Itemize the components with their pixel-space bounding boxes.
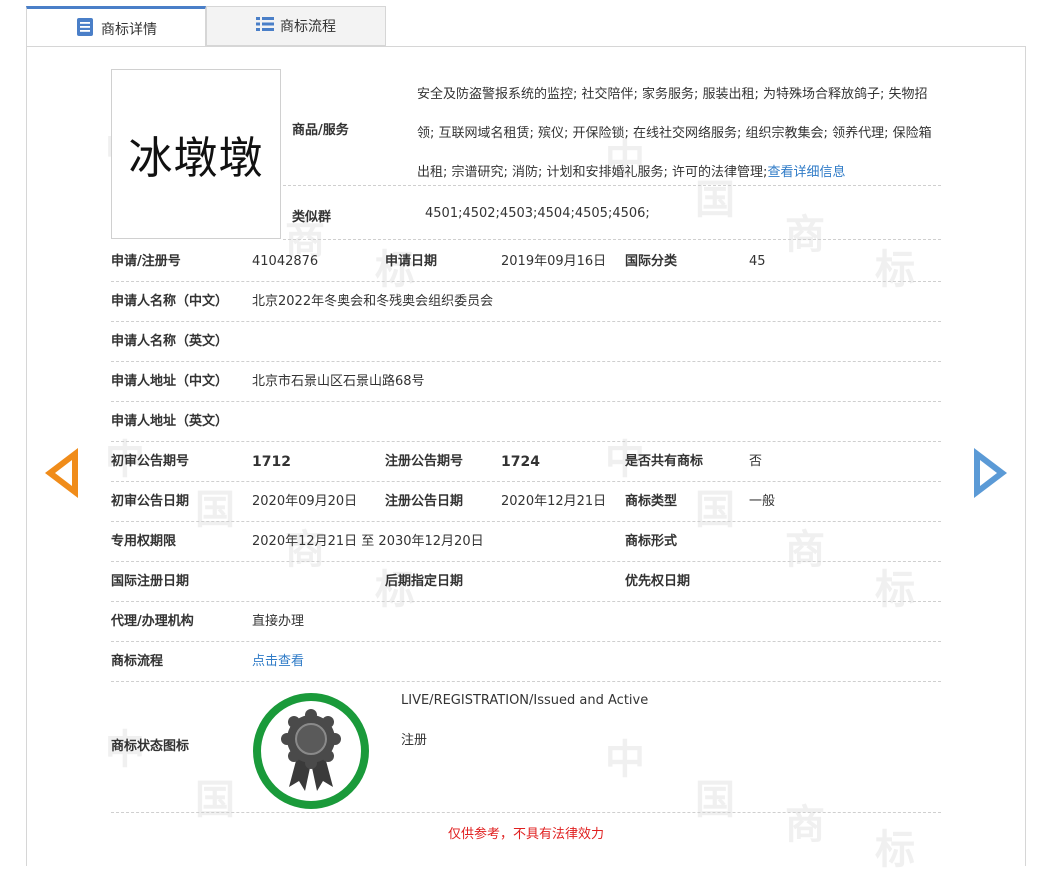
status-chinese: 注册 (401, 733, 428, 748)
next-arrow-icon[interactable] (974, 448, 1007, 498)
row-prelim-date: 初审公告日期 2020年09月20日 注册公告日期 2020年12月21日 商标… (111, 482, 941, 522)
divider (283, 185, 941, 186)
applicant-cn-value: 北京2022年冬奥会和冬残奥会组织委员会 (252, 294, 494, 309)
detail-panel: 中 国 商 标 中 国 商 标 中 国 商 标 中 国 商 标 中 国 中 国 … (26, 46, 1026, 873)
list-grid-icon (256, 16, 274, 36)
tab-bar: 商标详情 商标流程 (26, 6, 388, 48)
row-reg-no: 申请/注册号 41042876 申请日期 2019年09月16日 国际分类 45 (111, 242, 941, 282)
row-process: 商标流程 点击查看 (111, 642, 941, 682)
reg-pub-date-value: 2020年12月21日 (501, 494, 607, 509)
row-address-cn: 申请人地址（中文） 北京市石景山区石景山路68号 (111, 362, 941, 402)
tab-label: 商标流程 (280, 19, 336, 35)
trademark-image: 冰墩墩 (111, 69, 281, 239)
row-exclusive: 专用权期限 2020年12月21日 至 2030年12月20日 商标形式 (111, 522, 941, 562)
address-cn-value: 北京市石景山区石景山路68号 (252, 374, 425, 389)
intl-class-value: 45 (749, 254, 766, 269)
exclusive-value: 2020年12月21日 至 2030年12月20日 (252, 534, 484, 549)
row-status: 商标状态图标 LIVE/REGISTRATION/Issued and Acti… (111, 687, 941, 813)
row-applicant-en: 申请人名称（英文） (111, 322, 941, 362)
view-process-link[interactable]: 点击查看 (252, 642, 304, 682)
tab-label: 商标详情 (101, 21, 157, 38)
row-address-en: 申请人地址（英文） (111, 402, 941, 442)
prelim-no-value: 1712 (252, 454, 291, 470)
tm-type-value: 一般 (749, 494, 776, 509)
goods-list: 安全及防盗警报系统的监控; 社交陪伴; 家务服务; 服装出租; 为特殊场合释放鸽… (417, 87, 932, 180)
prev-arrow-icon[interactable] (45, 448, 78, 498)
tab-trademark-details[interactable]: 商标详情 (26, 6, 206, 48)
similar-group-label: 类似群 (292, 210, 332, 225)
agent-value: 直接办理 (252, 614, 305, 629)
tab-trademark-process[interactable]: 商标流程 (206, 6, 386, 46)
goods-label: 商品/服务 (292, 123, 349, 138)
reg-no-value: 41042876 (252, 254, 319, 269)
goods-text: 安全及防盗警报系统的监控; 社交陪伴; 家务服务; 服装出租; 为特殊场合释放鸽… (417, 75, 941, 192)
prelim-date-value: 2020年09月20日 (252, 494, 358, 509)
row-prelim-no: 初审公告期号 1712 注册公告期号 1724 是否共有商标 否 (111, 442, 941, 482)
view-details-link[interactable]: 查看详细信息 (767, 165, 845, 180)
registered-badge-icon (251, 691, 371, 815)
trademark-image-text: 冰墩墩 (128, 133, 264, 184)
disclaimer: 仅供参考，不具有法律效力 (447, 827, 604, 842)
apply-date-value: 2019年09月16日 (501, 254, 607, 269)
similar-group-value: 4501;4502;4503;4504;4505;4506; (425, 206, 650, 221)
shared-value: 否 (749, 454, 763, 469)
status-english: LIVE/REGISTRATION/Issued and Active (401, 693, 649, 708)
row-intl-reg-date: 国际注册日期 后期指定日期 优先权日期 (111, 562, 941, 602)
row-applicant-cn: 申请人名称（中文） 北京2022年冬奥会和冬残奥会组织委员会 (111, 282, 941, 322)
list-document-icon (75, 17, 95, 41)
reg-pub-no-value: 1724 (501, 454, 540, 470)
row-agent: 代理/办理机构 直接办理 (111, 602, 941, 642)
divider (283, 239, 941, 240)
